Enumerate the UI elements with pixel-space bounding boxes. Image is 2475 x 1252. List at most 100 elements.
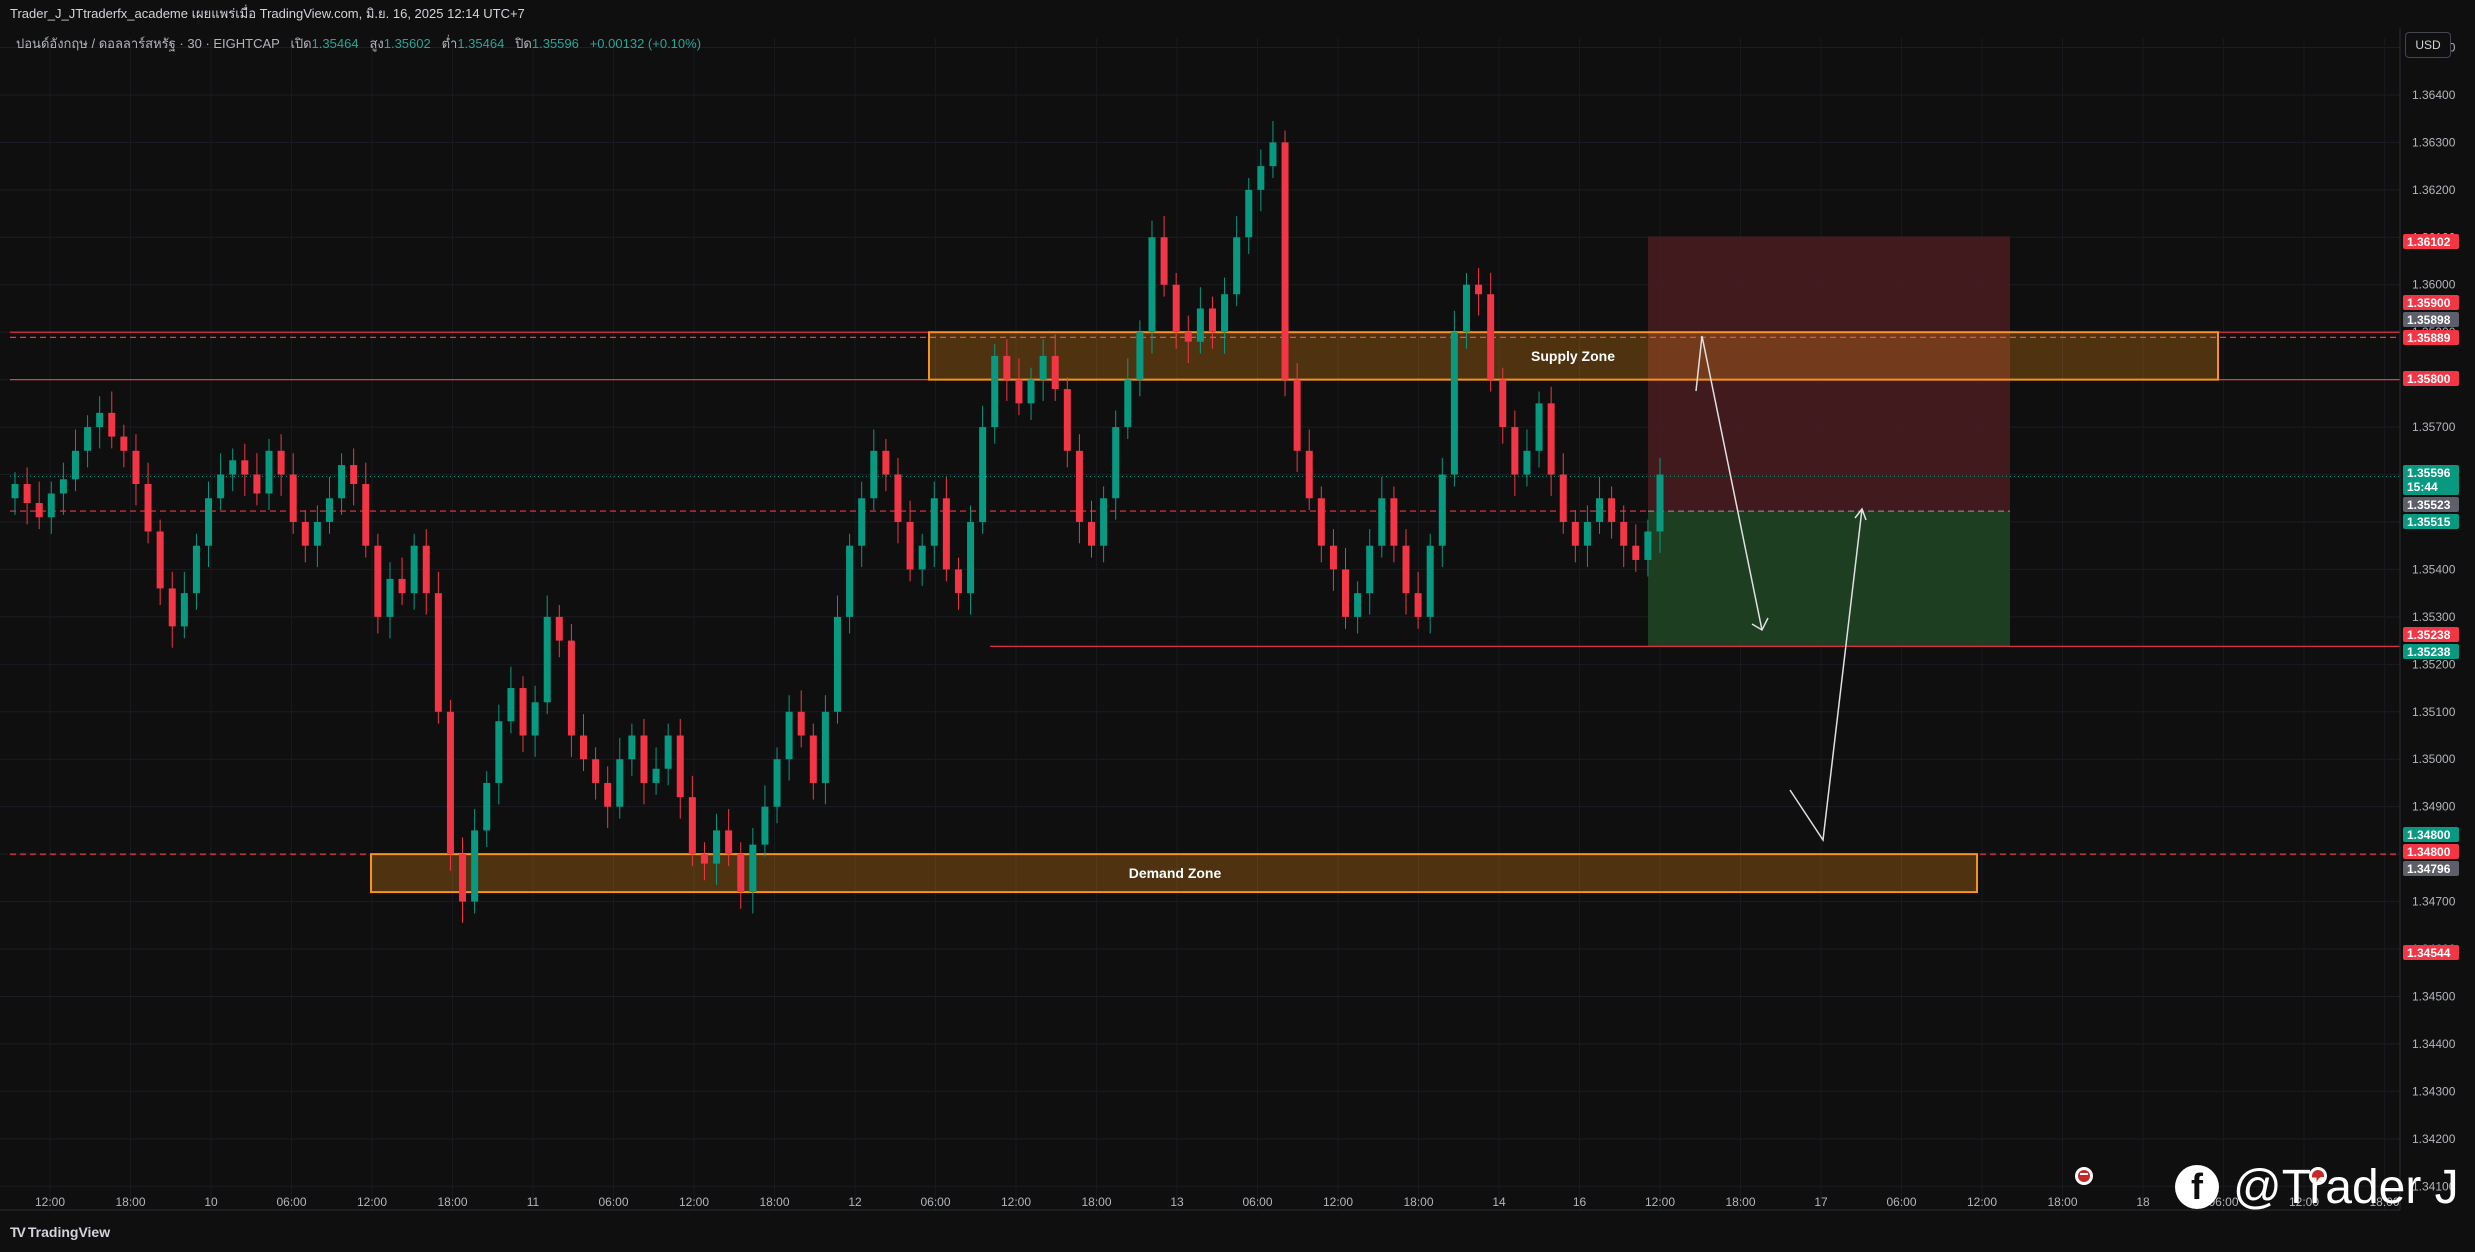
candle-body bbox=[205, 498, 213, 546]
candle-body bbox=[1414, 593, 1422, 617]
candle-body bbox=[882, 450, 890, 475]
candle-body bbox=[446, 711, 454, 855]
candle-body bbox=[386, 578, 394, 617]
time-tick-label: 12:00 bbox=[35, 1195, 65, 1209]
candle-body bbox=[918, 545, 926, 570]
supply-zone-label: Supply Zone bbox=[1531, 348, 1615, 364]
symbol-legend[interactable]: ปอนด์อังกฤษ / ดอลลาร์สหรัฐ · 30 · EIGHTC… bbox=[16, 33, 701, 54]
candle-body bbox=[930, 498, 938, 546]
candle-body bbox=[192, 545, 200, 594]
price-tick-label: 1.34300 bbox=[2412, 1084, 2456, 1098]
symbol-name[interactable]: ปอนด์อังกฤษ / ดอลลาร์สหรัฐ · 30 · EIGHTC… bbox=[16, 36, 280, 51]
candle-body bbox=[1305, 450, 1313, 499]
candle-body bbox=[410, 545, 418, 594]
candle-body bbox=[1136, 332, 1144, 380]
time-tick-label: 12 bbox=[848, 1195, 862, 1209]
candle-body bbox=[592, 759, 600, 783]
low-value: 1.35464 bbox=[457, 36, 505, 51]
candle-body bbox=[1583, 521, 1591, 546]
short-target-zone[interactable] bbox=[1648, 511, 2010, 647]
candle-body bbox=[942, 498, 950, 570]
candle-body bbox=[277, 450, 285, 475]
candle-body bbox=[1124, 379, 1132, 428]
candle-body bbox=[325, 498, 333, 522]
close-value: 1.35596 bbox=[531, 36, 579, 51]
time-tick-label: 12:00 bbox=[357, 1195, 387, 1209]
candle-body bbox=[1112, 427, 1120, 499]
candle-body bbox=[1499, 379, 1507, 428]
candle-body bbox=[1644, 531, 1652, 560]
currency-button[interactable]: USD bbox=[2405, 32, 2451, 58]
candle-body bbox=[1426, 545, 1434, 617]
candle-body bbox=[991, 355, 999, 428]
candle-body bbox=[1487, 294, 1495, 380]
candle-body bbox=[1317, 498, 1325, 546]
price-tag-label: 1.36102 bbox=[2407, 235, 2451, 249]
candle-body bbox=[834, 616, 841, 712]
change-value: +0.00132 (+0.10%) bbox=[589, 36, 702, 51]
candle-body bbox=[1608, 498, 1616, 522]
candle-body bbox=[1039, 355, 1047, 380]
candle-body bbox=[84, 427, 92, 451]
candle-body bbox=[761, 806, 769, 845]
price-tag-label: 1.35800 bbox=[2407, 372, 2451, 386]
price-tick-label: 1.36000 bbox=[2412, 278, 2456, 292]
candle-body bbox=[144, 484, 152, 532]
candle-body bbox=[1245, 189, 1253, 238]
time-tick-label: 06:00 bbox=[276, 1195, 306, 1209]
publish-title: Trader_J_JTtraderfx_academe เผยแพร่เมื่อ… bbox=[10, 6, 525, 21]
price-tag-label: 1.35238 bbox=[2407, 628, 2451, 642]
price-tick-label: 1.34500 bbox=[2412, 989, 2456, 1003]
open-label: เปิด bbox=[290, 36, 312, 51]
price-tick-label: 1.35300 bbox=[2412, 610, 2456, 624]
candle-body bbox=[71, 450, 79, 480]
tradingview-logo[interactable]: TV TradingView bbox=[10, 1224, 110, 1240]
risk-reward-boxes[interactable] bbox=[1648, 236, 2010, 647]
candle-body bbox=[1547, 403, 1555, 475]
candle-body bbox=[96, 412, 104, 428]
candle-body bbox=[1390, 498, 1398, 546]
author-watermark: f @Trader J bbox=[2175, 1152, 2459, 1222]
candle-body bbox=[688, 797, 696, 855]
price-tag-label: 1.34800 bbox=[2407, 828, 2451, 842]
candle-body bbox=[1208, 308, 1216, 333]
candle-body bbox=[1148, 237, 1156, 333]
candle-body bbox=[1438, 474, 1446, 546]
open-value: 1.35464 bbox=[311, 36, 359, 51]
candle-body bbox=[579, 735, 587, 760]
candle-body bbox=[1100, 498, 1108, 546]
candle-body bbox=[1620, 521, 1628, 546]
time-tick-label: 18:00 bbox=[115, 1195, 145, 1209]
price-tick-label: 1.35400 bbox=[2412, 562, 2456, 576]
candle-body bbox=[713, 830, 721, 864]
candle-body bbox=[398, 578, 406, 594]
candle-body bbox=[1269, 142, 1277, 167]
time-tick-label: 18:00 bbox=[1081, 1195, 1111, 1209]
candle-body bbox=[229, 460, 237, 475]
candle-body bbox=[604, 782, 612, 807]
candle-body bbox=[1559, 474, 1567, 522]
publish-header: Trader_J_JTtraderfx_academe เผยแพร่เมื่อ… bbox=[0, 0, 2475, 28]
candle-body bbox=[120, 436, 128, 451]
price-tick-label: 1.35700 bbox=[2412, 420, 2456, 434]
candle-body bbox=[168, 588, 176, 627]
candle-body bbox=[1160, 237, 1168, 285]
time-tick-label: 12:00 bbox=[1001, 1195, 1031, 1209]
candle-body bbox=[676, 735, 684, 798]
event-flag-icon[interactable] bbox=[2075, 1167, 2093, 1185]
candle-body bbox=[858, 498, 866, 546]
time-tick-label: 18:00 bbox=[1403, 1195, 1433, 1209]
candle-body bbox=[217, 474, 225, 499]
candle-body bbox=[725, 830, 733, 855]
candle-body bbox=[954, 569, 962, 594]
candle-body bbox=[979, 427, 987, 522]
candle-body bbox=[1656, 474, 1664, 532]
candle-body bbox=[1088, 521, 1096, 546]
demand-zone-label: Demand Zone bbox=[1129, 865, 1222, 881]
candle-body bbox=[422, 545, 430, 594]
price-chart[interactable]: Supply ZoneDemand Zone 1.341001.342001.3… bbox=[0, 0, 2475, 1252]
candle-body bbox=[1366, 545, 1374, 594]
candle-body bbox=[785, 711, 793, 760]
candle-body bbox=[1462, 284, 1470, 333]
candle-body bbox=[531, 702, 539, 736]
